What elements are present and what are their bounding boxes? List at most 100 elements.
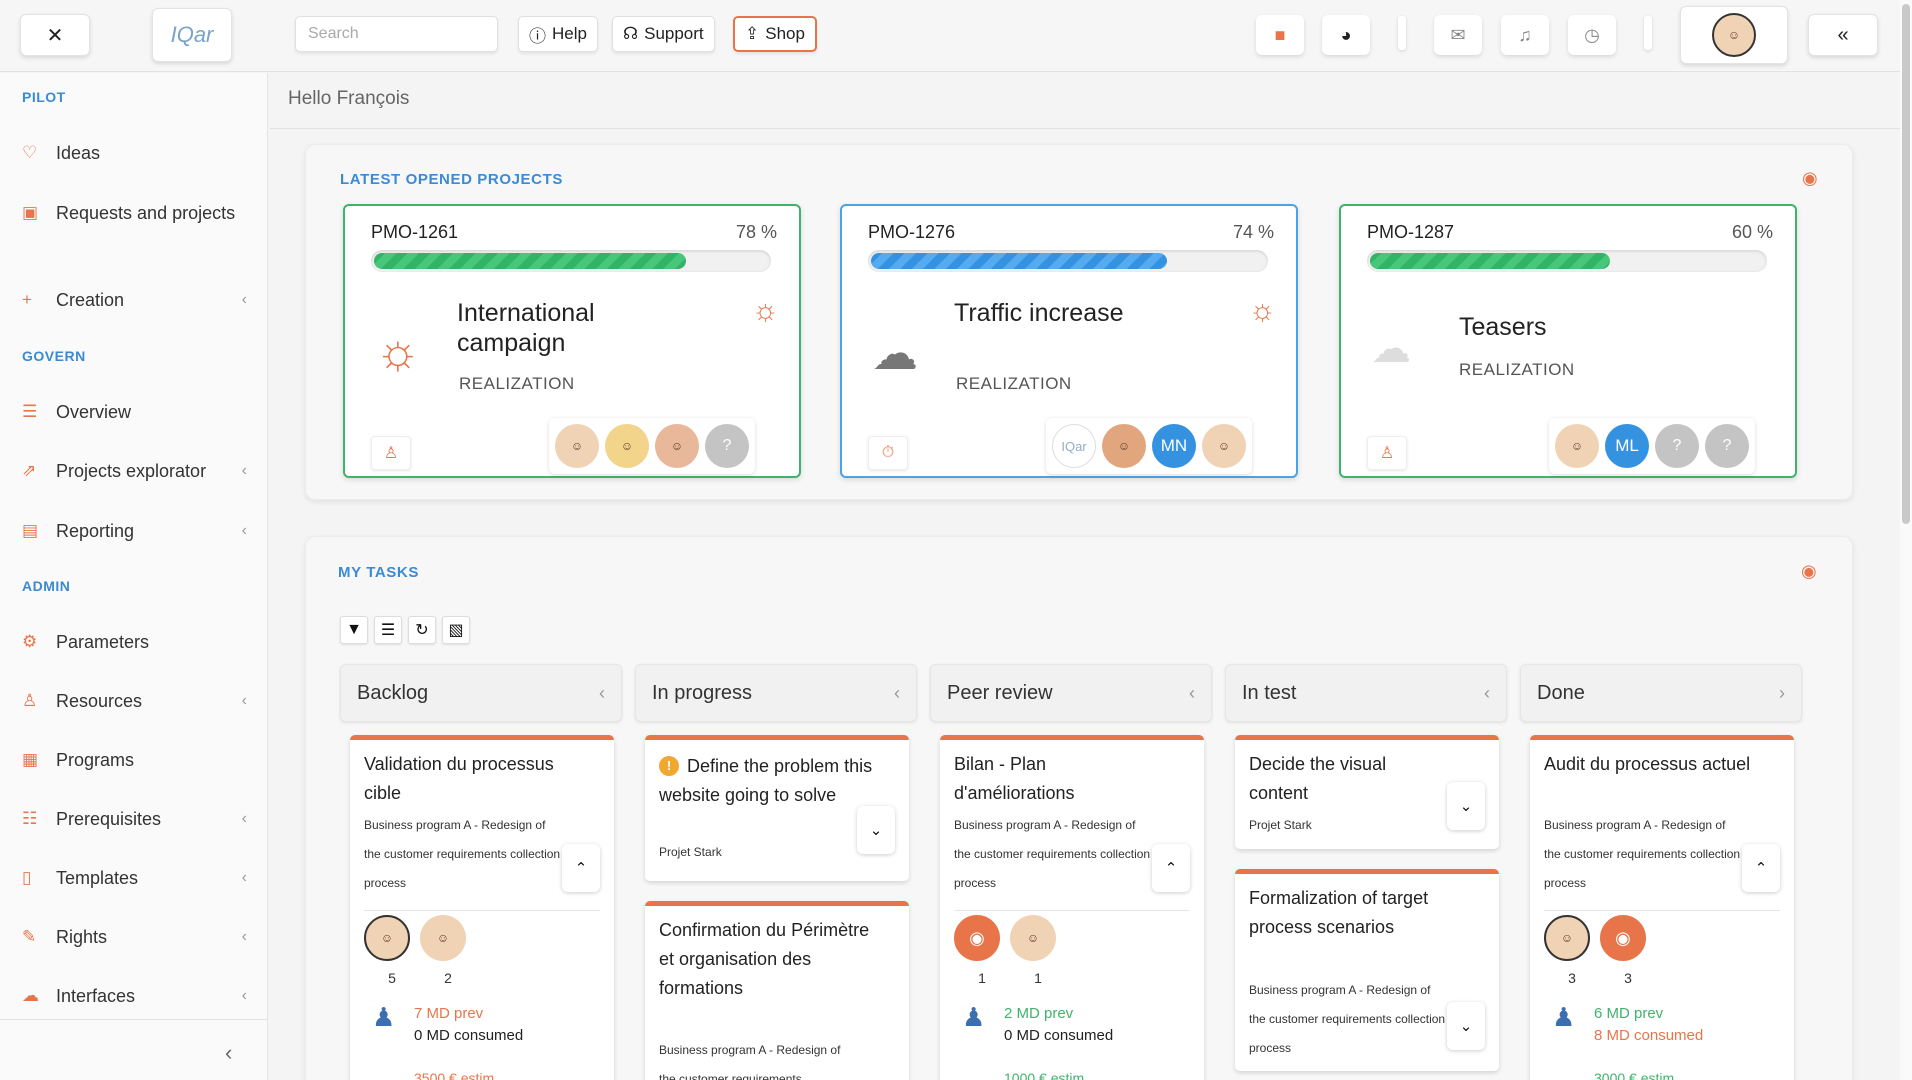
chevron-right-icon[interactable]: › [1779, 683, 1785, 704]
cost-estimate: 3000 € estim [1594, 1070, 1675, 1080]
avatar-initials[interactable]: MN [1152, 424, 1196, 468]
grid-icon: ▦ [22, 750, 39, 769]
task-subtitle: Projet Stark [659, 845, 722, 859]
task-card[interactable]: Decide the visual content Projet Stark ⌄ [1235, 735, 1499, 849]
column-backlog[interactable]: Backlog ‹ [340, 664, 622, 722]
chevron-left-icon[interactable]: ‹ [1484, 683, 1490, 704]
palette-icon: ◕ [1340, 24, 1352, 45]
task-card[interactable]: ! Define the problem this website going t… [645, 735, 909, 881]
chevron-left-icon: ‹ [241, 987, 247, 1004]
sidebar-item-templates[interactable]: ▯ Templates ‹ [22, 864, 247, 892]
avatar-logo[interactable]: IQar [1052, 424, 1096, 468]
avatar-unknown[interactable]: ? [1705, 424, 1749, 468]
chat-button[interactable]: ■ [1256, 15, 1304, 55]
page-scrollbar[interactable] [1900, 0, 1912, 1080]
avatar[interactable]: ☺ [655, 424, 699, 468]
column-in-progress[interactable]: In progress ‹ [635, 664, 917, 722]
avatar[interactable]: ☺ [1102, 424, 1146, 468]
collapse-panel-button[interactable]: « [1808, 14, 1878, 56]
eye-icon[interactable]: ◉ [1801, 561, 1817, 582]
avatar[interactable]: ☺ [1544, 915, 1590, 961]
sidebar-item-projects-explorator[interactable]: ⇗ Projects explorator ‹ [22, 457, 247, 485]
tasks-toolbar: ▼ ☰ ↻ ▧ [340, 616, 470, 644]
shop-button[interactable]: ⇪ Shop [733, 16, 817, 52]
eye-icon[interactable]: ◉ [1802, 168, 1818, 189]
user-icon[interactable]: ♙ [371, 436, 411, 470]
md-consumed: 8 MD consumed [1594, 1027, 1704, 1044]
chevron-down-icon[interactable]: ⌄ [1447, 782, 1485, 830]
sidebar-item-parameters[interactable]: ⚙ Parameters [22, 628, 247, 656]
notifications-button[interactable]: ♫ [1501, 15, 1549, 55]
scrollbar-thumb[interactable] [1902, 4, 1910, 524]
sidebar-item-resources[interactable]: ♙ Resources ‹ [22, 687, 247, 715]
mail-button[interactable]: ✉ [1434, 15, 1482, 55]
avatar[interactable]: ☺ [1010, 915, 1056, 961]
avatar[interactable]: ◉ [954, 915, 1000, 961]
sidebar-item-programs[interactable]: ▦ Programs [22, 746, 247, 774]
column-in-test[interactable]: In test ‹ [1225, 664, 1507, 722]
task-card[interactable]: Validation du processus cible Business p… [350, 735, 614, 1080]
avatar-unknown[interactable]: ? [1655, 424, 1699, 468]
team-avatars: IQar ☺ MN ☺ [1046, 418, 1252, 474]
sidebar-item-creation[interactable]: + Creation ‹ [22, 286, 247, 314]
avatar[interactable]: ☺ [1202, 424, 1246, 468]
filter-button[interactable]: ▼ [340, 616, 368, 644]
chevron-left-icon[interactable]: ‹ [1189, 683, 1195, 704]
chevron-left-icon[interactable]: ‹ [599, 683, 605, 704]
avatar[interactable]: ☺ [555, 424, 599, 468]
column-peer-review[interactable]: Peer review ‹ [930, 664, 1212, 722]
task-card[interactable]: Audit du processus actuel Business progr… [1530, 735, 1794, 1080]
sidebar-item-reporting[interactable]: ▤ Reporting ‹ [22, 517, 247, 545]
history-button[interactable]: ◷ [1568, 15, 1616, 55]
sidebar-item-overview[interactable]: ☰ Overview [22, 398, 247, 426]
app-logo[interactable]: IQar [152, 8, 232, 62]
refresh-button[interactable]: ↻ [408, 616, 436, 644]
question-icon: ⓘ [529, 26, 546, 46]
close-button[interactable]: ✕ [20, 14, 90, 56]
avatar[interactable]: ☺ [605, 424, 649, 468]
list-view-button[interactable]: ☰ [374, 616, 402, 644]
chevron-left-icon: ‹ [241, 810, 247, 827]
avatar[interactable]: ◉ [1600, 915, 1646, 961]
chevron-down-icon[interactable]: ⌄ [1447, 1002, 1485, 1050]
timer-icon[interactable]: ⏱ [868, 436, 908, 470]
collapse-sidebar-button[interactable]: ‹ [225, 1040, 232, 1066]
sidebar-item-ideas[interactable]: ♡ Ideas [22, 139, 247, 167]
task-card[interactable]: Formalization of target process scenario… [1235, 869, 1499, 1071]
sidebar-item-prerequisites[interactable]: ☷ Prerequisites ‹ [22, 805, 247, 833]
chevron-left-icon[interactable]: ‹ [894, 683, 900, 704]
project-percent: 60 % [1731, 222, 1773, 242]
export-excel-button[interactable]: ▧ [442, 616, 470, 644]
project-card-1287[interactable]: PMO-1287 60 % ☁ Teasers REALIZATION ♙ ☺ … [1339, 204, 1797, 478]
search-input[interactable] [295, 16, 498, 52]
chevron-up-icon[interactable]: ⌃ [562, 844, 600, 892]
avatar[interactable]: ☺ [420, 915, 466, 961]
sidebar-item-rights[interactable]: ✎ Rights ‹ [22, 923, 247, 951]
chevron-up-icon[interactable]: ⌃ [1742, 844, 1780, 892]
support-button[interactable]: ☊ Support [612, 16, 715, 52]
user-icon[interactable]: ♙ [1367, 436, 1407, 470]
column-done[interactable]: Done › [1520, 664, 1802, 722]
task-subtitle: Business program A - Redesign of the cus… [1544, 818, 1741, 890]
close-icon: ✕ [46, 24, 64, 47]
chevron-down-icon[interactable]: ⌄ [857, 806, 895, 854]
sidebar-item-requests[interactable]: ▣ Requests and projects [22, 199, 247, 227]
avatar-initials[interactable]: ML [1605, 424, 1649, 468]
md-prev: 7 MD prev [414, 1005, 484, 1022]
task-title: Validation du processus cible [364, 754, 554, 803]
project-card-1261[interactable]: PMO-1261 78 % ☼ International campaign R… [343, 204, 801, 478]
task-title: Bilan - Plan d'améliorations [954, 754, 1075, 803]
avatar[interactable]: ☺ [1555, 424, 1599, 468]
project-card-1276[interactable]: PMO-1276 74 % ☁ Traffic increase REALIZA… [840, 204, 1298, 478]
task-card[interactable]: Bilan - Plan d'améliorations Business pr… [940, 735, 1204, 1080]
page-title: Hello François [288, 88, 410, 109]
sidebar-item-interfaces[interactable]: ☁ Interfaces ‹ [22, 982, 247, 1010]
user-menu[interactable]: ☺ [1680, 6, 1788, 64]
task-title: Decide the visual content [1249, 754, 1387, 803]
theme-button[interactable]: ◕ [1322, 15, 1370, 55]
avatar-unknown[interactable]: ? [705, 424, 749, 468]
avatar[interactable]: ☺ [364, 915, 410, 961]
chevron-up-icon[interactable]: ⌃ [1152, 844, 1190, 892]
help-button[interactable]: ⓘ Help [518, 16, 598, 52]
task-card[interactable]: Confirmation du Périmètre et organisatio… [645, 901, 909, 1080]
